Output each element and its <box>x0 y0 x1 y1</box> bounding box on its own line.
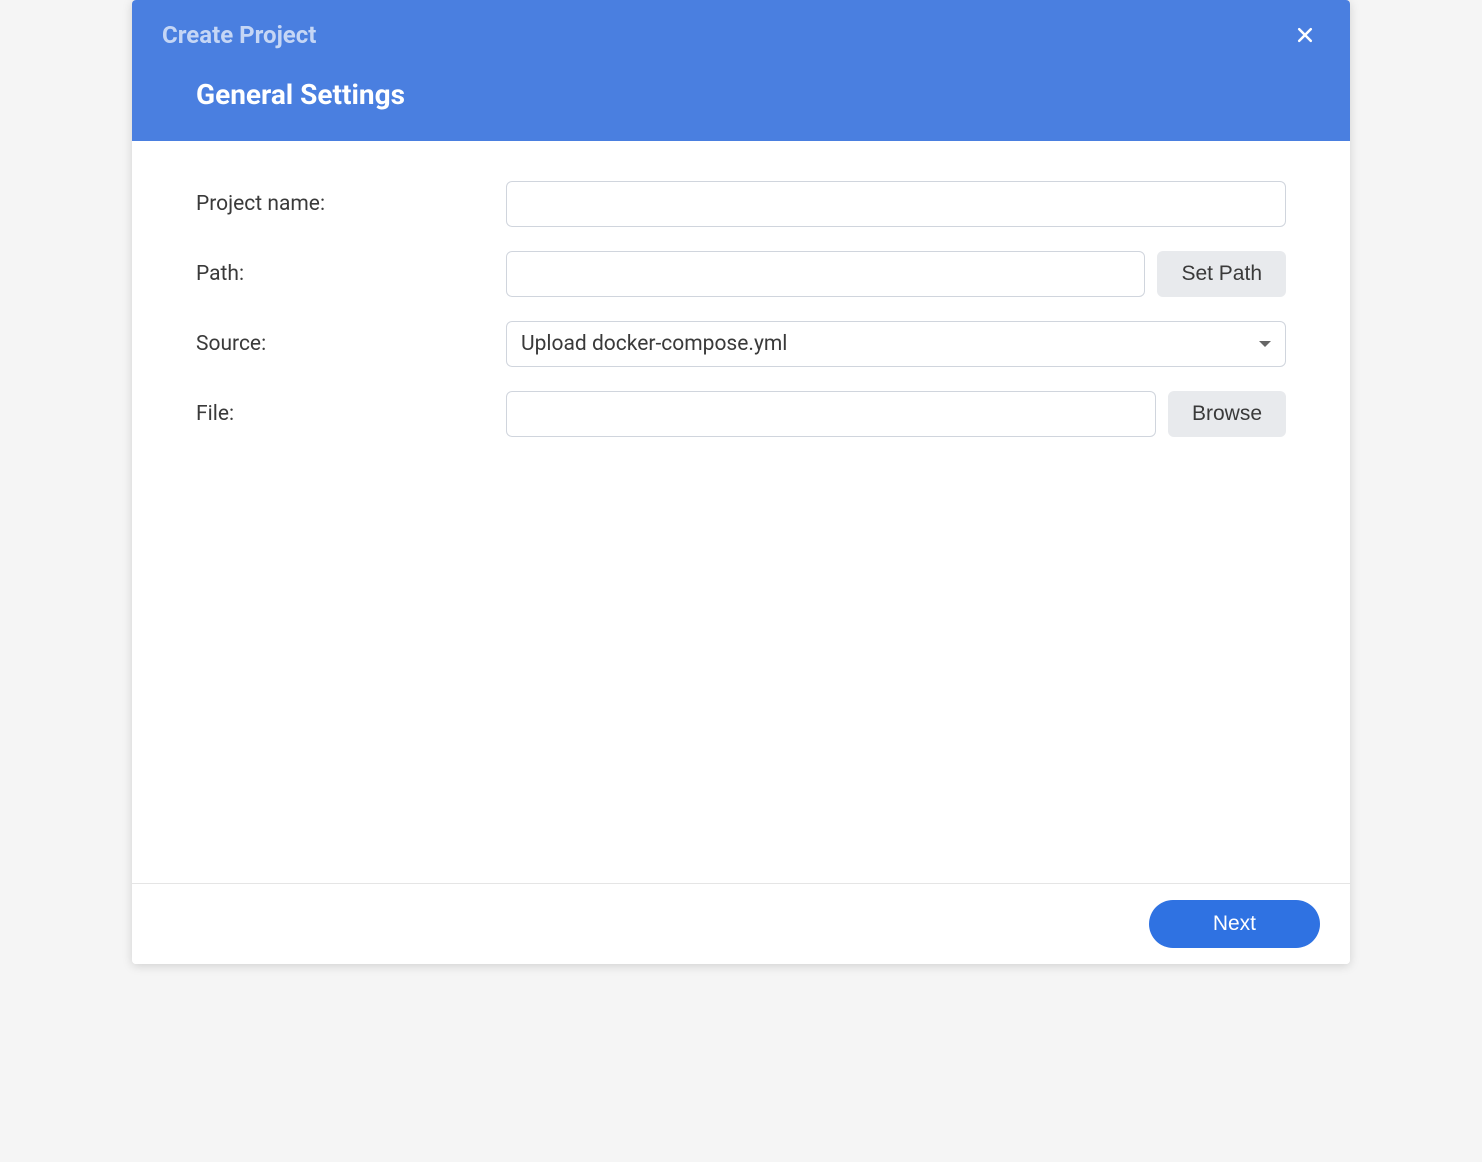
source-dropdown[interactable]: Upload docker-compose.yml <box>506 321 1286 367</box>
form-row-source: Source: Upload docker-compose.yml <box>196 321 1286 367</box>
path-label: Path: <box>196 262 506 286</box>
dialog-content: Project name: Path: Set Path Source: Upl… <box>132 141 1350 883</box>
dialog-footer: Next <box>132 883 1350 964</box>
project-name-input[interactable] <box>506 181 1286 227</box>
dialog-title: Create Project <box>162 21 316 49</box>
path-control: Set Path <box>506 251 1286 297</box>
form-row-path: Path: Set Path <box>196 251 1286 297</box>
section-title: General Settings <box>132 50 1350 141</box>
next-button[interactable]: Next <box>1149 900 1320 948</box>
source-dropdown-value: Upload docker-compose.yml <box>521 332 787 356</box>
dialog-header: Create Project General Settings <box>132 0 1350 141</box>
chevron-down-icon <box>1259 341 1271 347</box>
create-project-dialog: Create Project General Settings Project … <box>132 0 1350 964</box>
project-name-control <box>506 181 1286 227</box>
file-label: File: <box>196 402 506 426</box>
set-path-button[interactable]: Set Path <box>1157 251 1286 297</box>
close-button[interactable] <box>1290 20 1320 50</box>
header-top-row: Create Project <box>132 0 1350 50</box>
close-icon <box>1295 25 1315 45</box>
path-input[interactable] <box>506 251 1145 297</box>
source-control: Upload docker-compose.yml <box>506 321 1286 367</box>
browse-button[interactable]: Browse <box>1168 391 1286 437</box>
file-input[interactable] <box>506 391 1156 437</box>
project-name-label: Project name: <box>196 192 506 216</box>
source-label: Source: <box>196 332 506 356</box>
file-control: Browse <box>506 391 1286 437</box>
form-row-project-name: Project name: <box>196 181 1286 227</box>
form-row-file: File: Browse <box>196 391 1286 437</box>
